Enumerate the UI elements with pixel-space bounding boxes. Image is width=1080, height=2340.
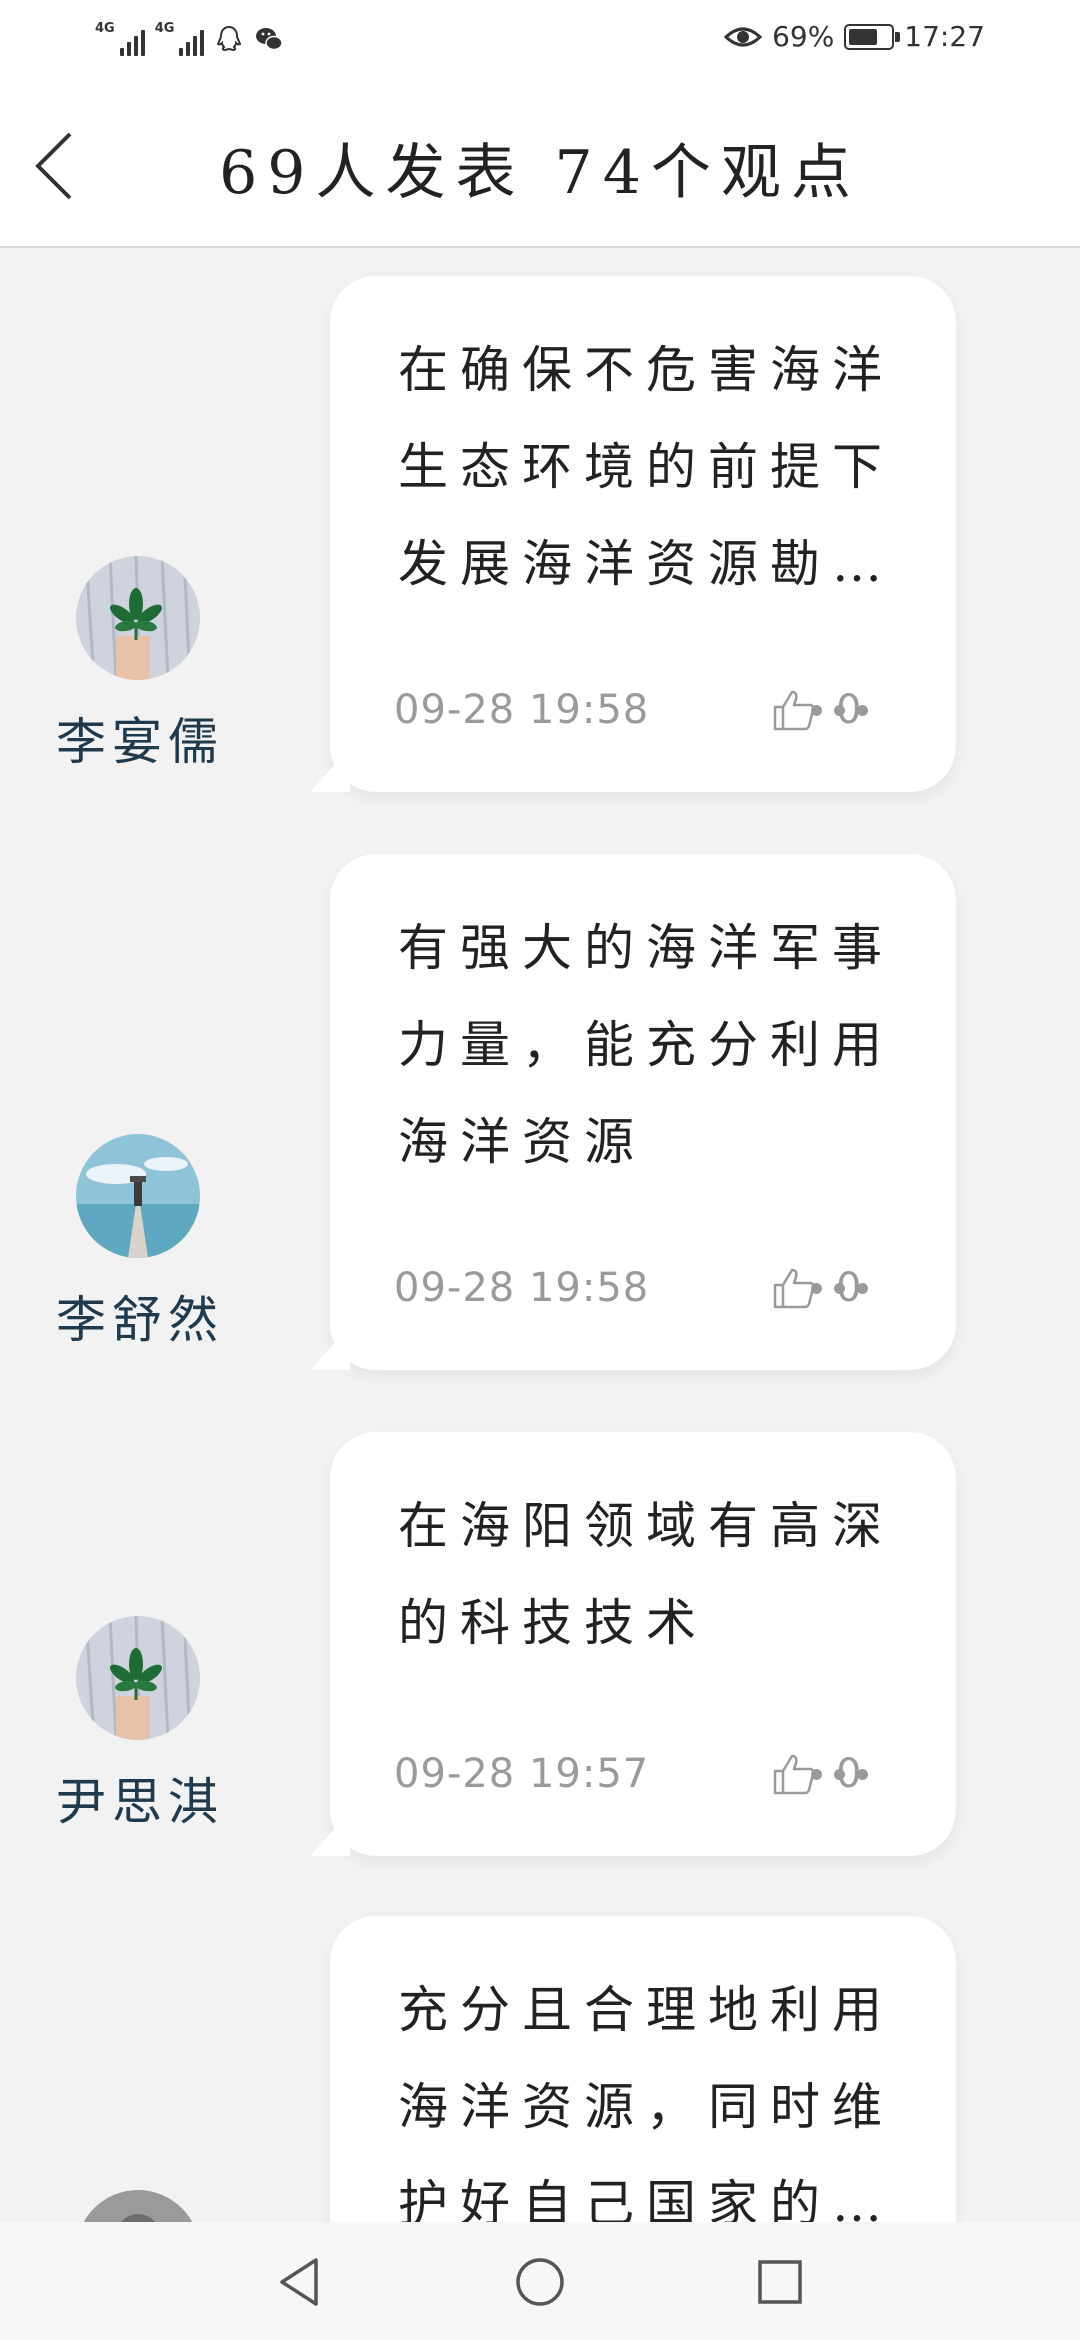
signal-icon: 4G (155, 22, 205, 56)
list-item: 充分且合理地利用海洋资源，同时维护好自己国家的… (0, 1890, 1080, 2222)
more-options-icon[interactable] (811, 1273, 868, 1304)
avatar[interactable] (76, 1616, 200, 1740)
post-time: 09-28 19:57 (394, 1751, 650, 1797)
post-time: 09-28 19:58 (394, 687, 650, 733)
signal-icon: 4G (95, 22, 145, 56)
gray-avatar-icon (76, 2190, 200, 2222)
list-item: 尹思淇 在海阳领域有高深的科技技术 09-28 19:57 0 (0, 1406, 1080, 1886)
thumbs-up-icon (773, 1268, 815, 1309)
card-meta: 09-28 19:58 0 (394, 1258, 916, 1318)
network-type-1: 4G (95, 21, 115, 36)
opinion-text: 充分且合理地利用海洋资源，同时维护好自己国家的… (398, 1981, 894, 2222)
opinion-list[interactable]: 李宴儒 在确保不危害海洋生态环境的前提下发展海洋资源勘… 09-28 19:58… (0, 250, 1080, 2222)
list-item: 李宴儒 在确保不危害海洋生态环境的前提下发展海洋资源勘… 09-28 19:58… (0, 250, 1080, 810)
home-circle-icon[interactable] (508, 2250, 572, 2314)
opinion-card[interactable]: 在确保不危害海洋生态环境的前提下发展海洋资源勘… 09-28 19:58 0 (330, 276, 956, 792)
author-name: 李宴儒 (56, 713, 224, 771)
system-nav-bar (0, 2222, 1080, 2340)
author-name: 李舒然 (56, 1291, 224, 1349)
opinion-card[interactable]: 有强大的海洋军事力量，能充分利用海洋资源 09-28 19:58 0 (330, 854, 956, 1370)
card-meta: 09-28 19:57 0 (394, 1744, 916, 1804)
opinion-text: 有强大的海洋军事力量，能充分利用海洋资源 (398, 919, 894, 1171)
avatar[interactable] (76, 556, 200, 680)
avatar[interactable] (76, 1134, 200, 1258)
header: 69人发表 74个观点 (0, 84, 1080, 248)
post-time: 09-28 19:58 (394, 1265, 650, 1311)
leaf-avatar-icon (76, 1616, 200, 1740)
status-right: 69% 17:27 (724, 20, 985, 53)
thumbs-up-icon (773, 1754, 815, 1795)
more-options-icon[interactable] (811, 1759, 868, 1790)
author-name: 尹思淇 (56, 1773, 224, 1831)
clock: 17:27 (904, 20, 985, 53)
eye-icon (724, 27, 763, 46)
status-bar: 4G 4G 69% 17:27 (0, 0, 1080, 84)
back-triangle-icon[interactable] (268, 2250, 332, 2314)
recents-square-icon[interactable] (748, 2250, 812, 2314)
qq-icon (217, 25, 242, 52)
opinion-text: 在海阳领域有高深的科技技术 (398, 1497, 894, 1652)
battery-percent: 69% (772, 20, 835, 53)
battery-fill (849, 28, 877, 45)
list-item: 李舒然 有强大的海洋军事力量，能充分利用海洋资源 09-28 19:58 0 (0, 828, 1080, 1388)
page-title: 69人发表 74个观点 (219, 138, 861, 208)
battery-icon (844, 23, 901, 50)
opinion-card[interactable]: 在海阳领域有高深的科技技术 09-28 19:57 0 (330, 1432, 956, 1856)
leaf-avatar-icon (76, 556, 200, 680)
thumbs-up-icon (773, 690, 815, 731)
avatar[interactable] (76, 2190, 200, 2222)
seaside-avatar-icon (76, 1134, 200, 1258)
more-options-icon[interactable] (811, 695, 868, 726)
card-meta: 09-28 19:58 0 (394, 680, 916, 740)
opinion-text: 在确保不危害海洋生态环境的前提下发展海洋资源勘… (398, 341, 894, 593)
opinion-card[interactable]: 充分且合理地利用海洋资源，同时维护好自己国家的… (330, 1916, 956, 2222)
wechat-icon (256, 28, 284, 51)
network-type-2: 4G (154, 21, 175, 36)
status-left: 4G 4G (95, 22, 284, 56)
